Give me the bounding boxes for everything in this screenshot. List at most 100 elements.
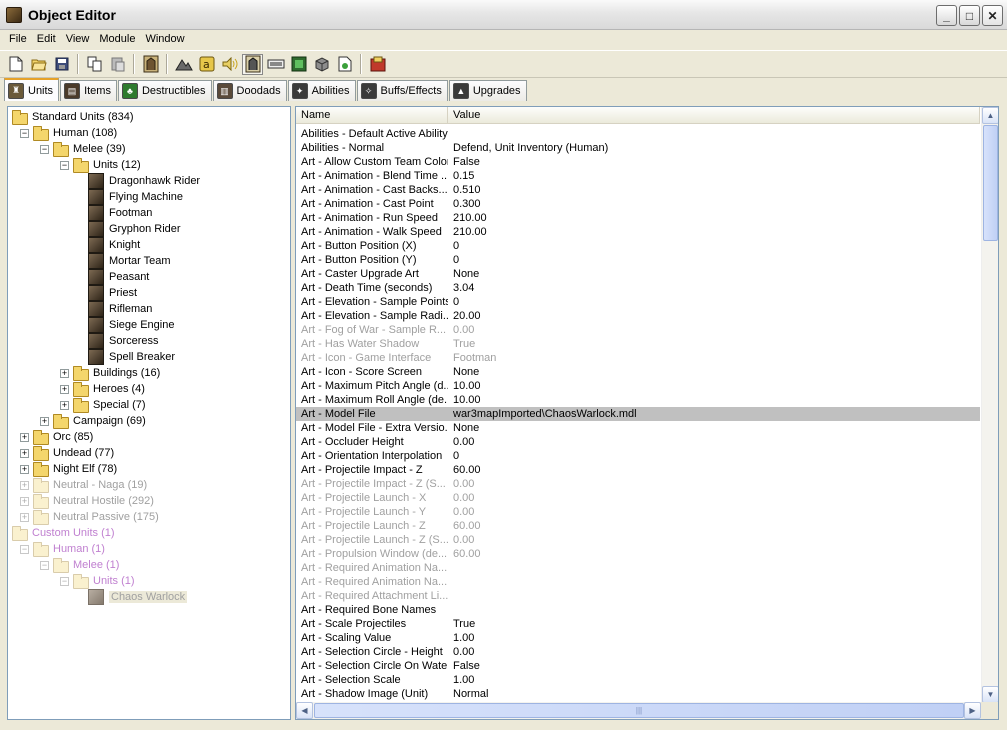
property-row[interactable]: Art - Required Bone Names	[296, 603, 980, 617]
object-editor-icon[interactable]	[242, 53, 263, 75]
menu-module[interactable]: Module	[94, 31, 140, 47]
property-row[interactable]: Art - Has Water Shadow True	[296, 337, 980, 351]
property-row[interactable]: Art - Required Animation Na...	[296, 561, 980, 575]
tree-folder-item[interactable]: + Neutral Hostile (292)	[20, 493, 154, 509]
property-value[interactable]: 210.00	[453, 225, 973, 239]
property-value[interactable]: 0.00	[453, 533, 973, 547]
tree-unit-item[interactable]: Rifleman	[88, 301, 152, 317]
property-row[interactable]: Abilities - Default Active Ability	[296, 127, 980, 141]
scroll-left-button[interactable]: ◀	[296, 702, 313, 719]
tab-units[interactable]: ♜ Units	[4, 78, 60, 101]
property-row[interactable]: Art - Animation - Run Speed 210.00	[296, 211, 980, 225]
property-value[interactable]: war3mapImported\ChaosWarlock.mdl	[453, 407, 973, 421]
tree-folder-item[interactable]: Standard Units (834)	[12, 109, 134, 125]
property-row[interactable]: Abilities - Normal Defend, Unit Inventory…	[296, 141, 980, 155]
property-row[interactable]: Art - Allow Custom Team Color False	[296, 155, 980, 169]
tree-folder-item[interactable]: + Neutral Passive (175)	[20, 509, 159, 525]
property-row[interactable]: Art - Projectile Launch - Z (S... 0.00	[296, 533, 980, 547]
horizontal-scrollbar[interactable]: ◀ ||| ▶	[296, 702, 998, 719]
vertical-scroll-thumb[interactable]	[983, 125, 998, 241]
property-row[interactable]: Art - Animation - Blend Time ... 0.15	[296, 169, 980, 183]
property-row[interactable]: Art - Projectile Impact - Z 60.00	[296, 463, 980, 477]
property-row[interactable]: Art - Scaling Value 1.00	[296, 631, 980, 645]
collapse-icon[interactable]: −	[40, 144, 49, 154]
test-map-icon[interactable]	[367, 54, 388, 75]
expand-icon[interactable]: +	[40, 416, 49, 426]
tab-items[interactable]: ▤ Items	[60, 80, 117, 101]
property-value[interactable]: None	[453, 365, 973, 379]
property-row[interactable]: Art - Maximum Roll Angle (de... 10.00	[296, 393, 980, 407]
property-row[interactable]: Art - Propulsion Window (de... 60.00	[296, 547, 980, 561]
new-icon[interactable]	[5, 54, 26, 75]
properties-grid[interactable]: Name Value Abilities - Default Active Ab…	[295, 106, 999, 720]
property-value[interactable]: False	[453, 659, 973, 673]
tree-folder-item[interactable]: − Units (12)	[60, 157, 141, 173]
property-value[interactable]: 0.00	[453, 435, 973, 449]
property-value[interactable]: 0.00	[453, 645, 973, 659]
tree-unit-item[interactable]: Knight	[88, 237, 140, 253]
tree-folder-item[interactable]: − Human (1)	[20, 541, 105, 557]
tab-destructibles[interactable]: ♣ Destructibles	[117, 80, 212, 101]
property-row[interactable]: Art - Caster Upgrade Art None	[296, 267, 980, 281]
property-row[interactable]: Art - Projectile Impact - Z (S... 0.00	[296, 477, 980, 491]
column-header-value[interactable]: Value	[448, 107, 980, 124]
minimize-button[interactable]: _	[936, 5, 957, 26]
tree-unit-item[interactable]: Sorceress	[88, 333, 159, 349]
property-value[interactable]: 0.00	[453, 505, 973, 519]
expand-icon[interactable]: +	[20, 496, 29, 506]
close-button[interactable]: ✕	[982, 5, 1003, 26]
campaign-editor-icon[interactable]	[265, 54, 286, 75]
save-icon[interactable]	[51, 54, 72, 75]
property-value[interactable]: 60.00	[453, 463, 973, 477]
property-value[interactable]: 0.510	[453, 183, 973, 197]
tree-folder-item[interactable]: + Orc (85)	[20, 429, 93, 445]
horizontal-scroll-thumb[interactable]: |||	[314, 703, 964, 718]
property-row[interactable]: Art - Icon - Game Interface Footman	[296, 351, 980, 365]
tab-upgrades[interactable]: ▲ Upgrades	[448, 80, 527, 101]
property-value[interactable]: None	[453, 267, 973, 281]
property-value[interactable]: 0	[453, 253, 973, 267]
expand-icon[interactable]: +	[20, 464, 29, 474]
copy-icon[interactable]	[84, 54, 105, 75]
property-value[interactable]: 0	[453, 239, 973, 253]
property-row[interactable]: Art - Model File - Extra Versio... None	[296, 421, 980, 435]
tree-folder-item[interactable]: − Human (108)	[20, 125, 117, 141]
tree-folder-item[interactable]: + Heroes (4)	[60, 381, 145, 397]
text-editor-icon[interactable]: a	[196, 54, 217, 75]
property-value[interactable]: 0	[453, 295, 973, 309]
property-row[interactable]: Art - Icon - Score Screen None	[296, 365, 980, 379]
maximize-button[interactable]: □	[959, 5, 980, 26]
column-header-name[interactable]: Name	[296, 107, 448, 124]
property-value[interactable]: 1.00	[453, 673, 973, 687]
tree-folder-item[interactable]: + Campaign (69)	[40, 413, 146, 429]
property-value[interactable]: 60.00	[453, 519, 973, 533]
tree-unit-item[interactable]: Mortar Team	[88, 253, 171, 269]
tab-doodads[interactable]: ▥ Doodads	[212, 80, 287, 101]
property-row[interactable]: Art - Selection Scale 1.00	[296, 673, 980, 687]
scroll-right-button[interactable]: ▶	[964, 702, 981, 719]
tree-unit-item[interactable]: Flying Machine	[88, 189, 183, 205]
property-row[interactable]: Art - Animation - Cast Point 0.300	[296, 197, 980, 211]
tree-unit-item[interactable]: Peasant	[88, 269, 149, 285]
property-row[interactable]: Art - Button Position (Y) 0	[296, 253, 980, 267]
property-row[interactable]: Art - Fog of War - Sample R... 0.00	[296, 323, 980, 337]
property-row[interactable]: Art - Selection Circle On Water False	[296, 659, 980, 673]
property-value[interactable]: 0.300	[453, 197, 973, 211]
expand-icon[interactable]: +	[60, 384, 69, 394]
expand-icon[interactable]: +	[20, 512, 29, 522]
property-value[interactable]: 10.00	[453, 379, 973, 393]
property-value[interactable]: Normal	[453, 687, 973, 701]
property-row[interactable]: Art - Scale Projectiles True	[296, 617, 980, 631]
property-row[interactable]: Art - Elevation - Sample Radi... 20.00	[296, 309, 980, 323]
tree-unit-item[interactable]: Spell Breaker	[88, 349, 175, 365]
expand-icon[interactable]: +	[20, 480, 29, 490]
import-manager-icon[interactable]	[334, 54, 355, 75]
tab-abilities[interactable]: ✦ Abilities	[287, 80, 356, 101]
property-row[interactable]: Art - Projectile Launch - X 0.00	[296, 491, 980, 505]
tree-folder-item[interactable]: + Special (7)	[60, 397, 146, 413]
property-row[interactable]: Art - Death Time (seconds) 3.04	[296, 281, 980, 295]
unit-editor-icon[interactable]	[140, 54, 161, 75]
property-value[interactable]: Footman	[453, 351, 973, 365]
property-row[interactable]: Art - Elevation - Sample Points 0	[296, 295, 980, 309]
tree-folder-item[interactable]: + Night Elf (78)	[20, 461, 117, 477]
